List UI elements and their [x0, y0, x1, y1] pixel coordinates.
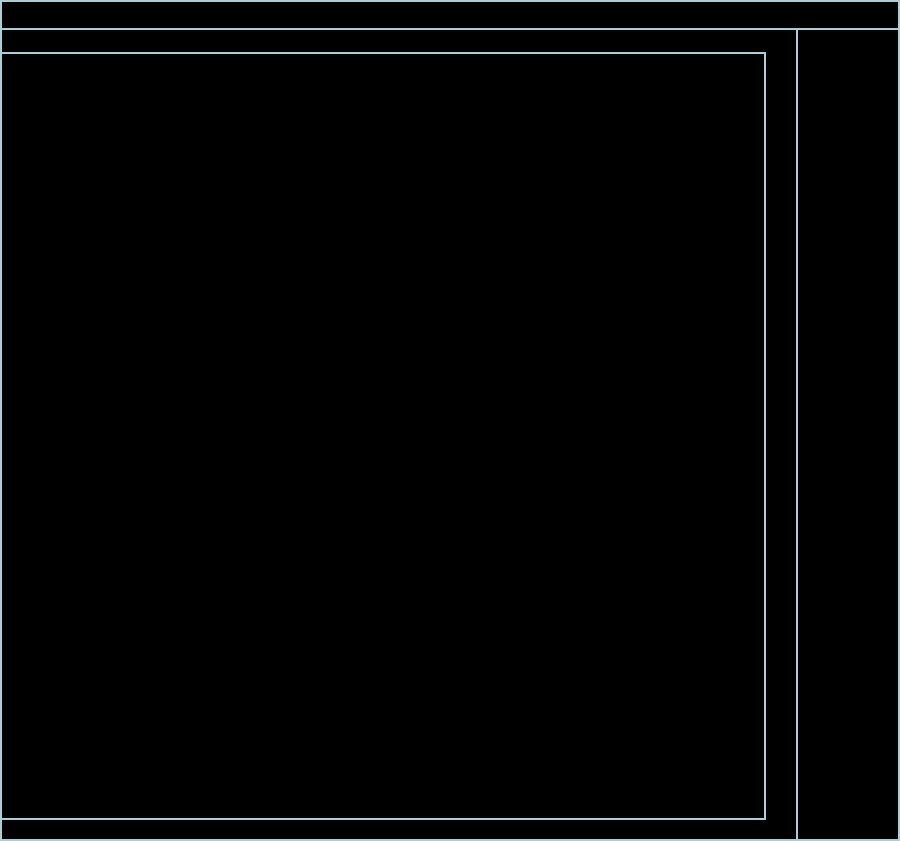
- radar-viewer-window: { "window": { "title": "Single_Scan_VIL"…: [0, 0, 900, 841]
- radar-map-canvas: [0, 0, 900, 841]
